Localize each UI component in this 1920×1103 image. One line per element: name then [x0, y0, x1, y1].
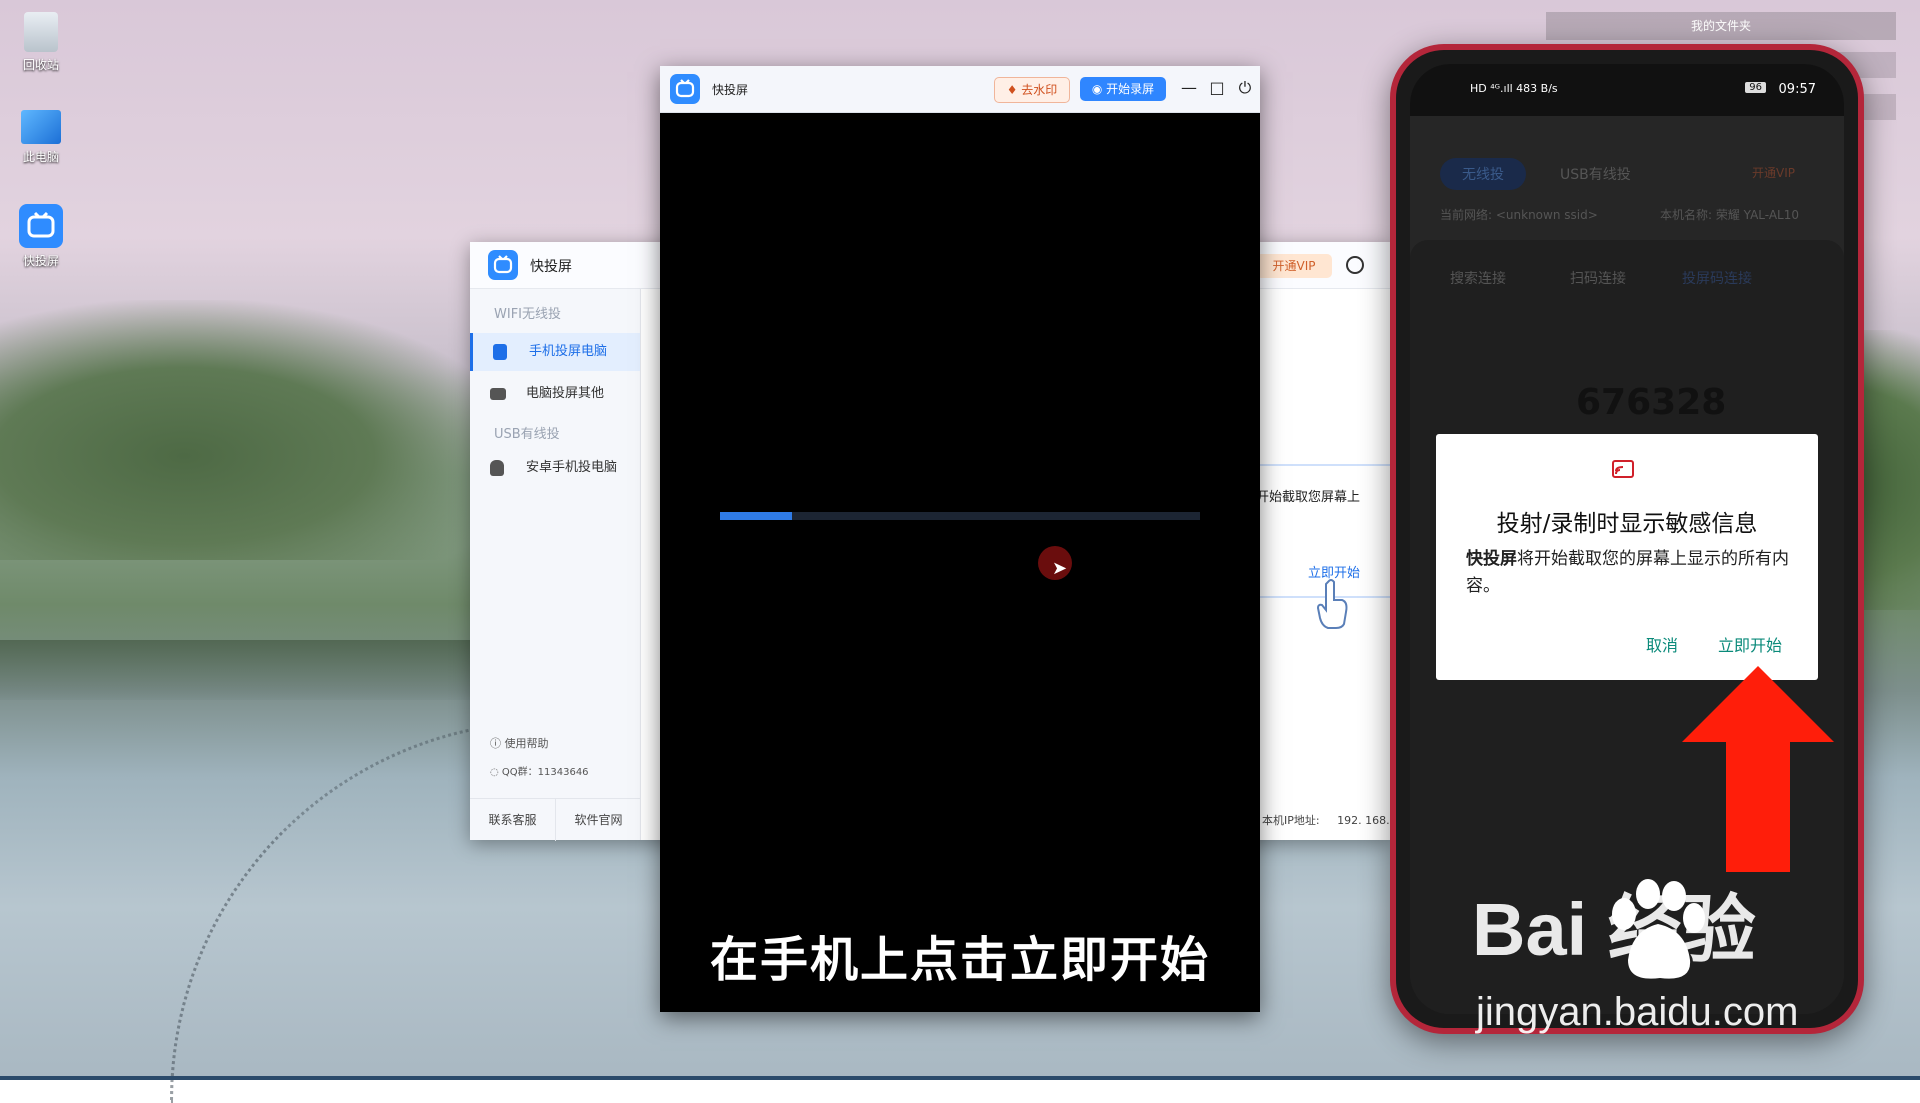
desktop-icon-label: 此电脑: [22, 150, 59, 164]
computer-icon: [21, 110, 61, 144]
phone-status-bar: HD ⁴ᴳ.ıll 483 B/s 96 09:57: [1410, 64, 1844, 116]
dialog-app-name: 快投屏: [1466, 549, 1517, 569]
start-recording-label: 开始录屏: [1106, 82, 1155, 96]
desktop-icon-label: 快投屏: [22, 254, 59, 268]
help-label: 使用帮助: [504, 737, 549, 750]
qq-group: ◌ QQ群：11343646: [490, 767, 589, 778]
status-signal: HD ⁴ᴳ.ıll 483 B/s: [1470, 82, 1558, 95]
sidebar-item-label: 电脑投屏其他: [526, 386, 605, 401]
sub-tab-search[interactable]: 搜索连接: [1450, 268, 1506, 288]
phone-icon: [493, 344, 507, 360]
phone-vip-button[interactable]: 开通VIP: [1752, 164, 1795, 181]
start-recording-button[interactable]: ◉ 开始录屏: [1080, 77, 1166, 101]
minimize-icon[interactable]: —: [1180, 79, 1198, 97]
dialog-title: 投射/录制时显示敏感信息: [1496, 511, 1758, 537]
start-now-button[interactable]: 立即开始: [1718, 632, 1782, 656]
settings-icon[interactable]: [1346, 256, 1364, 274]
ip-label-text: 本机IP地址:: [1262, 814, 1320, 827]
status-time: 09:57: [1778, 82, 1816, 97]
vip-button[interactable]: 开通VIP: [1256, 254, 1332, 278]
mirror-window: 快投屏 ♦ 去水印 ◉ 开始录屏 — □ ⏻ ➤ 在手机上点击立即开始: [660, 66, 1260, 1012]
wallpaper-hill-left: [0, 300, 520, 560]
start-panel-text: 开始截取您屏幕上: [1256, 490, 1361, 505]
sidebar-item-pc-to-other[interactable]: 电脑投屏其他: [470, 375, 640, 413]
battery-icon: 96: [1745, 82, 1766, 93]
loading-progress-fill: [720, 512, 792, 520]
sidebar-item-label: 安卓手机投电脑: [526, 460, 618, 475]
monitor-icon: [490, 388, 506, 400]
android-icon: [490, 460, 504, 476]
mouse-cursor-icon: ➤: [1052, 558, 1068, 579]
video-caption: 在手机上点击立即开始: [709, 932, 1210, 988]
section-usb-label: USB有线投: [494, 427, 560, 442]
mirror-window-titlebar: 快投屏 ♦ 去水印 ◉ 开始录屏 — □ ⏻: [660, 66, 1260, 113]
cancel-button[interactable]: 取消: [1646, 632, 1678, 656]
contact-support-button[interactable]: 联系客服: [470, 798, 556, 841]
desktop-icon-kuaitouping[interactable]: 快投屏: [6, 204, 76, 269]
screencast-code: 676328: [1576, 382, 1727, 423]
desktop-icon-label: 回收站: [22, 58, 59, 72]
remove-watermark-button[interactable]: ♦ 去水印: [994, 77, 1070, 103]
phone-network: 当前网络: <unknown ssid>: [1440, 208, 1598, 222]
wallpaper-shore: [0, 640, 520, 700]
dialog-body: 快投屏将开始截取您的屏幕上显示的所有内容。: [1466, 546, 1796, 600]
sub-tab-code[interactable]: 投屏码连接: [1682, 268, 1752, 288]
maximize-icon[interactable]: □: [1208, 79, 1226, 97]
loading-progress-bar: [720, 512, 1200, 520]
main-window-title: 快投屏: [530, 259, 572, 275]
kuaitouping-logo-icon: [670, 74, 700, 104]
official-site-button[interactable]: 软件官网: [556, 798, 641, 841]
cast-icon: [1612, 460, 1634, 478]
red-arrow-icon: [1682, 666, 1834, 872]
sub-tab-scan[interactable]: 扫码连接: [1570, 268, 1626, 288]
help-link[interactable]: ⓘ 使用帮助: [490, 735, 549, 751]
qq-group-label: QQ群：11343646: [501, 767, 589, 778]
baidu-jingyan-url: jingyan.baidu.com: [1476, 990, 1799, 1034]
sidebar-item-phone-to-pc[interactable]: 手机投屏电脑: [470, 333, 640, 371]
sidebar-item-label: 手机投屏电脑: [529, 344, 608, 359]
tab-usb[interactable]: USB有线投: [1560, 164, 1631, 184]
cast-permission-dialog: 投射/录制时显示敏感信息 快投屏将开始截取您的屏幕上显示的所有内容。 取消 立即…: [1436, 434, 1818, 680]
top-right-folder[interactable]: 我的文件夹: [1546, 12, 1896, 40]
sidebar: WIFI无线投 手机投屏电脑 电脑投屏其他 USB有线投 安卓手机投电脑 ⓘ 使…: [470, 289, 641, 840]
recycle-bin-icon: [24, 12, 58, 52]
kuaitouping-logo-icon: [488, 250, 518, 280]
sidebar-item-android-usb[interactable]: 安卓手机投电脑: [470, 449, 640, 487]
desktop-icon-this-pc[interactable]: 此电脑: [6, 110, 76, 165]
remove-watermark-label: 去水印: [1021, 83, 1058, 97]
section-wifi-label: WIFI无线投: [494, 307, 561, 322]
local-ip-label: 本机IP地址: 192. 168.: [1262, 812, 1390, 828]
desktop-icon-recycle-bin[interactable]: 回收站: [6, 12, 76, 73]
baidu-jingyan-watermark: Bai 经验: [1472, 888, 1756, 971]
taskbar-edge: [0, 1076, 1920, 1080]
hand-pointer-icon: [1316, 579, 1348, 629]
ip-value: 192. 168.: [1337, 814, 1390, 827]
power-icon[interactable]: ⏻: [1236, 79, 1254, 97]
tab-wireless[interactable]: 无线投: [1440, 158, 1526, 190]
phone-device-name: 本机名称: 荣耀 YAL-AL10: [1660, 208, 1799, 222]
kuaitouping-app-icon: [19, 204, 63, 248]
mirror-window-title: 快投屏: [712, 83, 749, 97]
